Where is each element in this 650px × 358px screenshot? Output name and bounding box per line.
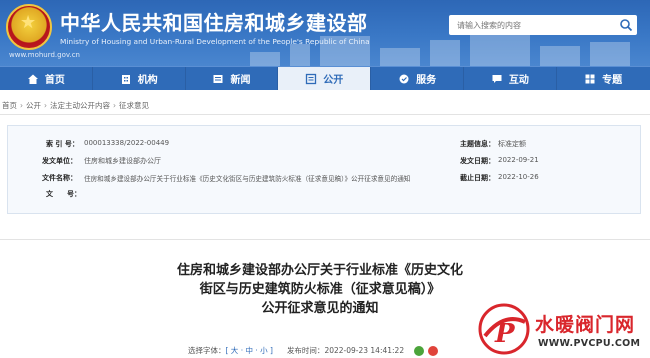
weibo-share-icon[interactable] xyxy=(428,345,439,356)
site-title[interactable]: 中华人民共和国住房和城乡建设部 xyxy=(60,7,368,36)
site-header: ★ www.mohurd.gov.cn 中华人民共和国住房和城乡建设部 Mini… xyxy=(0,0,650,66)
national-emblem-icon[interactable]: ★ xyxy=(6,4,52,50)
publish-label: 发布时间： xyxy=(286,346,325,355)
site-url: www.mohurd.gov.cn xyxy=(9,51,80,59)
chat-icon xyxy=(492,74,502,83)
breadcrumb-separator: › xyxy=(113,100,116,110)
index-label: 索 引 号： xyxy=(46,140,79,148)
nav-item-news[interactable]: 新闻 xyxy=(186,67,279,90)
news-icon xyxy=(213,74,223,83)
building-icon xyxy=(121,74,130,84)
article-title: 住房和城乡建设部办公厅关于行业标准《历史文化 街区与历史建筑防火标准（征求意见稿… xyxy=(150,261,490,318)
site-subtitle: Ministry of Housing and Urban-Rural Deve… xyxy=(60,37,370,46)
nav-label: 专题 xyxy=(602,75,623,86)
nav-item-interact[interactable]: 互动 xyxy=(464,67,557,90)
nav-item-agency[interactable]: 机构 xyxy=(93,67,186,90)
deadline-value: 2022-10-26 xyxy=(498,173,539,181)
main-nav: 首页 机构 新闻 公开 服务 互动 专题 xyxy=(0,66,650,90)
search-input[interactable] xyxy=(449,15,614,35)
document-info-panel: 索 引 号： 000013338/2022-00449 主题信息： 标准定额 发… xyxy=(7,125,641,214)
search-box xyxy=(449,15,637,35)
breadcrumb-statutory[interactable]: 法定主动公开内容 xyxy=(50,100,110,111)
watermark-logo-icon: P xyxy=(478,303,530,355)
section-divider xyxy=(0,239,650,240)
deadline-label: 截止日期： xyxy=(460,174,495,182)
date-label: 发文日期： xyxy=(460,157,495,165)
category-label: 主题信息： xyxy=(460,140,495,148)
nav-item-open[interactable]: 公开 xyxy=(278,67,372,90)
breadcrumb-home[interactable]: 首页 xyxy=(2,100,17,111)
nav-item-topic[interactable]: 专题 xyxy=(557,67,650,90)
article-title-line: 住房和城乡建设部办公厅关于行业标准《历史文化 xyxy=(176,263,463,278)
font-size-label: 选择字体： xyxy=(188,346,226,355)
open-icon xyxy=(306,73,317,84)
breadcrumb-separator: › xyxy=(44,100,47,110)
topic-icon xyxy=(585,74,595,83)
watermark-url: WWW.PVCPU.COM xyxy=(538,338,641,349)
info-row-index: 索 引 号： 000013338/2022-00449 主题信息： 标准定额 xyxy=(8,139,640,153)
breadcrumb: 首页 › 公开 › 法定主动公开内容 › 征求意见 xyxy=(0,97,149,113)
publish-time: 2022-09-23 14:41:22 xyxy=(324,346,405,355)
nav-item-home[interactable]: 首页 xyxy=(0,67,93,90)
article-meta: 选择字体： [ 大 · 中 · 小 ] 发布时间： 2022-09-23 14:… xyxy=(188,343,439,358)
nav-label: 首页 xyxy=(44,75,65,86)
category-value: 标准定额 xyxy=(498,140,526,148)
issuer-label: 发文单位： xyxy=(42,157,77,165)
search-icon[interactable] xyxy=(619,18,633,32)
index-value: 000013338/2022-00449 xyxy=(84,139,170,147)
breadcrumb-open[interactable]: 公开 xyxy=(26,100,41,111)
info-row-filename: 文件名称： 住房和城乡建设部办公厅关于行业标准《历史文化街区与历史建筑防火标准（… xyxy=(8,173,640,187)
nav-label: 互动 xyxy=(508,75,529,86)
home-icon xyxy=(27,74,38,84)
nav-label: 公开 xyxy=(323,75,344,86)
info-row-issuer: 发文单位： 住房和城乡建设部办公厅 发文日期： 2022-09-21 xyxy=(8,156,640,170)
watermark-logo-letter: P xyxy=(494,319,516,349)
filename-label: 文件名称： xyxy=(42,174,77,182)
nav-item-service[interactable]: 服务 xyxy=(371,67,464,90)
docno-label: 文 号： xyxy=(46,190,81,198)
info-row-docno: 文 号： xyxy=(8,189,640,203)
filename-value: 住房和城乡建设部办公厅关于行业标准《历史文化街区与历史建筑防火标准（征求意见稿）… xyxy=(84,175,411,183)
nav-label: 服务 xyxy=(416,75,437,86)
nav-label: 新闻 xyxy=(230,75,251,86)
article-title-line: 公开征求意见的通知 xyxy=(261,301,379,316)
breadcrumb-consultation[interactable]: 征求意见 xyxy=(119,100,149,111)
watermark-text: 水暖阀门网 xyxy=(535,314,636,336)
breadcrumb-divider xyxy=(0,114,650,115)
service-icon xyxy=(399,74,409,83)
date-value: 2022-09-21 xyxy=(498,156,539,164)
watermark: P 水暖阀门网 WWW.PVCPU.COM xyxy=(475,300,650,358)
breadcrumb-separator: › xyxy=(20,100,23,110)
wechat-share-icon[interactable] xyxy=(414,345,425,356)
article-title-line: 街区与历史建筑防火标准（征求意见稿）》 xyxy=(199,282,441,297)
issuer-value: 住房和城乡建设部办公厅 xyxy=(84,157,161,165)
nav-label: 机构 xyxy=(137,75,158,86)
font-size-selector[interactable]: [ 大 · 中 · 小 ] xyxy=(226,345,273,356)
